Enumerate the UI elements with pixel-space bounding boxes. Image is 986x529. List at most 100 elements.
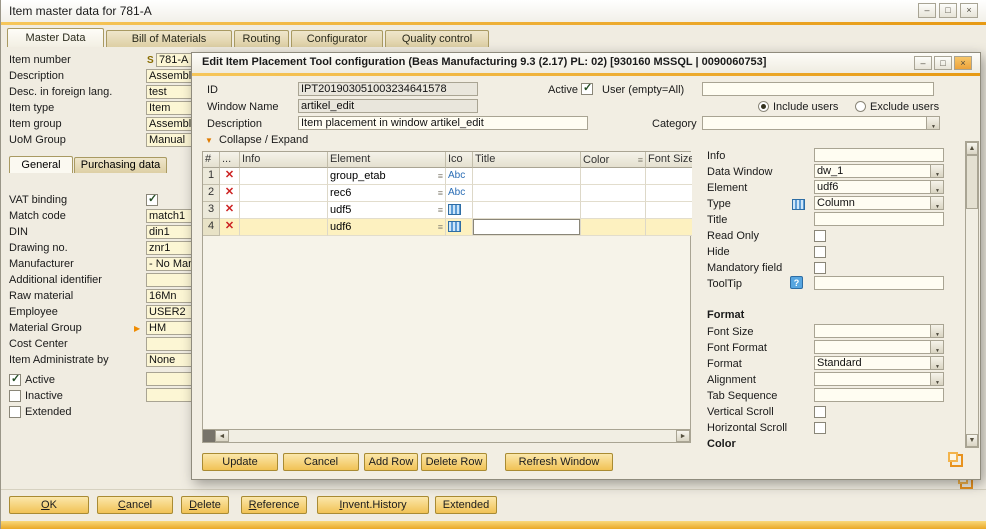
font-size-select[interactable] bbox=[814, 324, 944, 338]
close-button[interactable]: × bbox=[960, 3, 978, 18]
inactive-checkbox[interactable] bbox=[9, 390, 21, 402]
refresh-window-button[interactable]: Refresh Window bbox=[505, 453, 613, 471]
extended-checkbox[interactable] bbox=[9, 406, 21, 418]
add-row-button[interactable]: Add Row bbox=[364, 453, 418, 471]
title-cell[interactable] bbox=[473, 168, 581, 185]
element-cell[interactable]: udf5 ≡ bbox=[328, 202, 446, 219]
dialog-vertical-scrollbar[interactable]: ▲ ▼ bbox=[965, 141, 979, 448]
element-cell[interactable]: group_etab ≡ bbox=[328, 168, 446, 185]
ico-cell[interactable] bbox=[446, 219, 473, 236]
vat-binding-checkbox[interactable] bbox=[146, 194, 158, 206]
dialog-minimize-button[interactable]: – bbox=[914, 56, 932, 70]
link-arrow-icon[interactable]: ▶ bbox=[134, 324, 140, 333]
color-cell[interactable] bbox=[581, 168, 646, 185]
scroll-down-button[interactable]: ▼ bbox=[966, 434, 978, 447]
vscroll-thumb[interactable] bbox=[966, 155, 978, 209]
font-size-cell[interactable] bbox=[646, 185, 692, 202]
delete-row-icon[interactable]: ✕ bbox=[220, 219, 240, 236]
extended-button[interactable]: Extended bbox=[435, 496, 497, 514]
window-name-field[interactable]: artikel_edit bbox=[298, 99, 478, 113]
exclude-users-radio[interactable] bbox=[855, 101, 866, 112]
row-handle-icon[interactable]: ≡ bbox=[438, 188, 443, 198]
title-cell-editor[interactable] bbox=[473, 219, 581, 236]
format-select[interactable]: Standard bbox=[814, 356, 944, 370]
dialog-description-field[interactable]: Item placement in window artikel_edit bbox=[298, 116, 588, 130]
font-format-select[interactable] bbox=[814, 340, 944, 354]
maximize-button[interactable]: □ bbox=[939, 3, 957, 18]
element-cell[interactable]: udf6 ≡ bbox=[328, 219, 446, 236]
subtab-purchasing-data[interactable]: Purchasing data bbox=[74, 157, 167, 173]
help-icon[interactable]: ? bbox=[790, 276, 803, 289]
title-cell[interactable] bbox=[473, 202, 581, 219]
mandatory-field-checkbox[interactable] bbox=[814, 262, 826, 274]
horizontal-scroll-checkbox[interactable] bbox=[814, 422, 826, 434]
tab-configurator[interactable]: Configurator bbox=[291, 30, 383, 47]
font-size-cell[interactable] bbox=[646, 202, 692, 219]
cancel-button[interactable]: Cancel bbox=[97, 496, 173, 514]
tab-sequence-input[interactable] bbox=[814, 388, 944, 402]
prop-type-select[interactable]: Column bbox=[814, 196, 944, 210]
delete-row-icon[interactable]: ✕ bbox=[220, 168, 240, 185]
collapse-expand-toggle[interactable]: Collapse / Expand bbox=[219, 134, 308, 146]
dialog-close-button[interactable]: × bbox=[954, 56, 972, 70]
category-select[interactable] bbox=[702, 116, 940, 130]
tab-routing[interactable]: Routing bbox=[234, 30, 289, 47]
scroll-up-button[interactable]: ▲ bbox=[966, 142, 978, 155]
title-cell[interactable] bbox=[473, 185, 581, 202]
user-field[interactable] bbox=[702, 82, 934, 96]
prop-title-input[interactable] bbox=[814, 212, 944, 226]
include-users-radio[interactable] bbox=[758, 101, 769, 112]
color-cell[interactable] bbox=[581, 185, 646, 202]
minimize-button[interactable]: – bbox=[918, 3, 936, 18]
tab-master-data[interactable]: Master Data bbox=[7, 28, 104, 47]
dialog-cancel-button[interactable]: Cancel bbox=[283, 453, 359, 471]
font-size-cell[interactable] bbox=[646, 219, 692, 236]
subtab-general[interactable]: General bbox=[9, 156, 73, 173]
prop-info-input[interactable] bbox=[814, 148, 944, 162]
row-number-cell[interactable]: 3 bbox=[203, 202, 220, 219]
delete-button[interactable]: Delete bbox=[181, 496, 229, 514]
reference-button[interactable]: Reference bbox=[241, 496, 307, 514]
ico-cell[interactable] bbox=[446, 202, 473, 219]
ico-cell[interactable]: Abc bbox=[446, 185, 473, 202]
row-handle-icon[interactable]: ≡ bbox=[438, 222, 443, 232]
info-cell[interactable] bbox=[240, 219, 328, 236]
scroll-right-button[interactable]: ► bbox=[676, 430, 690, 442]
id-field[interactable]: IPT201903051003234641578 bbox=[298, 82, 478, 96]
hide-checkbox[interactable] bbox=[814, 246, 826, 258]
scroll-left-button[interactable]: ◄ bbox=[215, 430, 229, 442]
hscroll-track[interactable] bbox=[229, 430, 676, 442]
active-checkbox[interactable] bbox=[9, 374, 21, 386]
color-cell[interactable] bbox=[581, 202, 646, 219]
vertical-scroll-checkbox[interactable] bbox=[814, 406, 826, 418]
dialog-active-checkbox[interactable] bbox=[581, 83, 593, 95]
update-button[interactable]: Update bbox=[202, 453, 278, 471]
row-number-cell[interactable]: 4 bbox=[203, 219, 220, 236]
delete-row-icon[interactable]: ✕ bbox=[220, 185, 240, 202]
alignment-select[interactable] bbox=[814, 372, 944, 386]
row-number-cell[interactable]: 2 bbox=[203, 185, 220, 202]
row-handle-icon[interactable]: ≡ bbox=[438, 205, 443, 215]
info-cell[interactable] bbox=[240, 202, 328, 219]
vscroll-track[interactable] bbox=[966, 209, 978, 434]
font-size-cell[interactable] bbox=[646, 168, 692, 185]
tooltip-input[interactable] bbox=[814, 276, 944, 290]
dialog-maximize-button[interactable]: □ bbox=[934, 56, 952, 70]
delete-row-button[interactable]: Delete Row bbox=[421, 453, 487, 471]
collapse-icon[interactable]: ▼ bbox=[205, 136, 213, 145]
row-number-cell[interactable]: 1 bbox=[203, 168, 220, 185]
ok-button[interactable]: OK bbox=[9, 496, 89, 514]
grid-horizontal-scrollbar[interactable]: ◄ ► bbox=[202, 429, 691, 443]
delete-row-icon[interactable]: ✕ bbox=[220, 202, 240, 219]
prop-element-select[interactable]: udf6 bbox=[814, 180, 944, 194]
read-only-checkbox[interactable] bbox=[814, 230, 826, 242]
dialog-expand-form-icon[interactable] bbox=[948, 452, 964, 468]
color-cell[interactable] bbox=[581, 219, 646, 236]
tab-bill-of-materials[interactable]: Bill of Materials bbox=[106, 30, 232, 47]
ico-cell[interactable]: Abc bbox=[446, 168, 473, 185]
info-cell[interactable] bbox=[240, 168, 328, 185]
element-cell[interactable]: rec6 ≡ bbox=[328, 185, 446, 202]
prop-data-window-select[interactable]: dw_1 bbox=[814, 164, 944, 178]
row-handle-icon[interactable]: ≡ bbox=[438, 171, 443, 181]
grid-corner[interactable] bbox=[203, 430, 215, 442]
